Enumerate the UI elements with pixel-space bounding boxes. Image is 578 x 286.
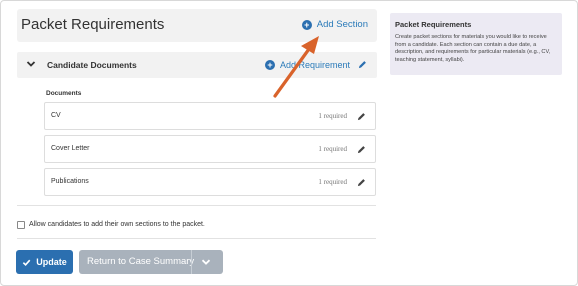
document-name: Publications <box>51 178 89 185</box>
document-name: CV <box>51 112 61 119</box>
pencil-icon[interactable] <box>357 178 366 187</box>
section-title: Candidate Documents <box>47 60 137 70</box>
help-panel-text: Create packet sections for materials you… <box>395 34 551 63</box>
add-requirement-button[interactable]: + Add Requirement <box>265 60 350 70</box>
document-row: Cover Letter 1 required <box>44 135 376 163</box>
pencil-icon[interactable] <box>358 60 367 69</box>
documents-label: Documents <box>46 90 82 97</box>
document-row: CV 1 required <box>44 102 376 130</box>
packet-header: Packet Requirements + Add Section <box>17 9 377 42</box>
pencil-icon[interactable] <box>357 145 366 154</box>
add-requirement-label: Add Requirement <box>280 60 351 70</box>
add-section-button[interactable]: + Add Section <box>301 19 368 30</box>
return-label: Return to Case Summary <box>87 256 195 267</box>
page-title: Packet Requirements <box>21 16 165 33</box>
section-header-candidate-documents: Candidate Documents + Add Requirement <box>17 52 377 78</box>
button-separator <box>191 250 192 274</box>
document-required-count: 1 required <box>318 112 347 120</box>
plus-circle-icon: + <box>265 60 275 70</box>
help-panel: Packet Requirements Create packet sectio… <box>390 13 562 75</box>
document-required-count: 1 required <box>318 178 347 186</box>
document-name: Cover Letter <box>51 145 90 152</box>
allow-candidate-sections-label: Allow candidates to add their own sectio… <box>29 221 205 228</box>
allow-candidate-sections-checkbox[interactable] <box>17 221 25 229</box>
plus-circle-icon: + <box>301 19 312 30</box>
chevron-down-icon[interactable] <box>201 257 211 267</box>
update-button[interactable]: Update <box>16 250 73 274</box>
document-required-count: 1 required <box>318 145 347 153</box>
help-panel-title: Packet Requirements <box>395 20 472 29</box>
pencil-icon[interactable] <box>357 112 366 121</box>
update-label: Update <box>36 257 67 267</box>
chevron-down-icon[interactable] <box>26 59 36 69</box>
checkmark-icon <box>23 259 31 266</box>
add-section-label: Add Section <box>316 19 368 30</box>
divider <box>17 238 376 239</box>
document-row: Publications 1 required <box>44 168 376 196</box>
divider <box>17 205 376 206</box>
return-to-case-summary-button[interactable]: Return to Case Summary <box>79 250 223 274</box>
